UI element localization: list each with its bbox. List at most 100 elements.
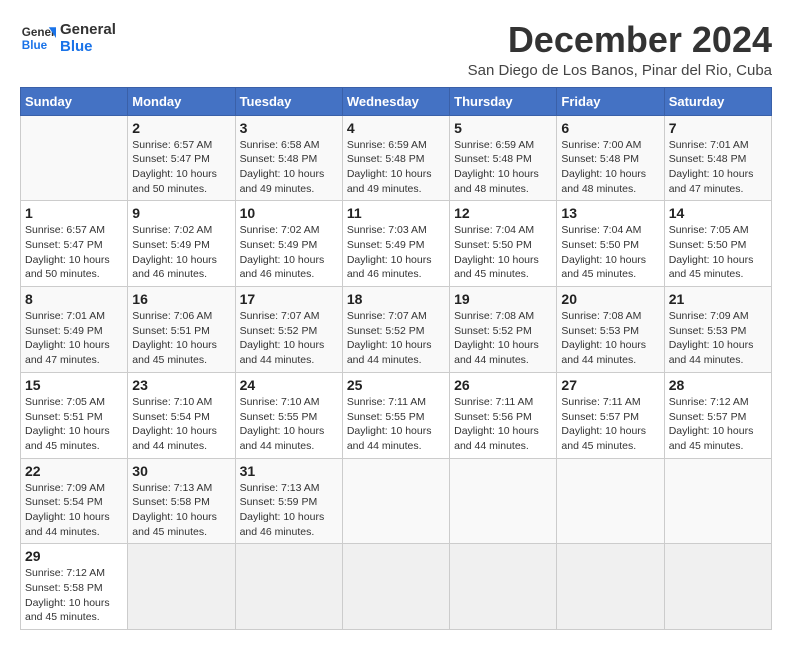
calendar-cell: 25Sunrise: 7:11 AMSunset: 5:55 PMDayligh…	[342, 372, 449, 458]
title-block: December 2024 San Diego de Los Banos, Pi…	[468, 20, 772, 79]
calendar-week-5: 29 Sunrise: 7:12 AMSunset: 5:58 PMDayligh…	[21, 544, 772, 630]
day-number: 21	[669, 291, 767, 307]
day-info: Sunrise: 7:04 AMSunset: 5:50 PMDaylight:…	[454, 223, 552, 282]
logo: General Blue General Blue	[20, 20, 116, 56]
day-number: 19	[454, 291, 552, 307]
logo-blue: Blue	[60, 38, 116, 55]
day-number: 9	[132, 205, 230, 221]
day-info: Sunrise: 7:10 AMSunset: 5:55 PMDaylight:…	[240, 395, 338, 454]
day-number: 5	[454, 120, 552, 136]
day-number: 27	[561, 377, 659, 393]
calendar-header: SundayMondayTuesdayWednesdayThursdayFrid…	[21, 87, 772, 115]
day-info: Sunrise: 7:05 AMSunset: 5:50 PMDaylight:…	[669, 223, 767, 282]
calendar-cell: 10Sunrise: 7:02 AMSunset: 5:49 PMDayligh…	[235, 201, 342, 287]
calendar-week-3: 15Sunrise: 7:05 AMSunset: 5:51 PMDayligh…	[21, 372, 772, 458]
day-header-saturday: Saturday	[664, 87, 771, 115]
day-number: 1	[25, 205, 123, 221]
calendar-title: December 2024	[468, 20, 772, 60]
calendar-cell: 7 Sunrise: 7:01 AMSunset: 5:48 PMDaylight…	[664, 115, 771, 201]
calendar-cell: 15Sunrise: 7:05 AMSunset: 5:51 PMDayligh…	[21, 372, 128, 458]
day-header-row: SundayMondayTuesdayWednesdayThursdayFrid…	[21, 87, 772, 115]
calendar-cell: 8 Sunrise: 7:01 AMSunset: 5:49 PMDaylight…	[21, 287, 128, 373]
calendar-week-0: 2Sunrise: 6:57 AMSunset: 5:47 PMDaylight…	[21, 115, 772, 201]
day-info: Sunrise: 6:59 AMSunset: 5:48 PMDaylight:…	[347, 138, 445, 197]
day-header-thursday: Thursday	[450, 87, 557, 115]
calendar-cell: 18 Sunrise: 7:07 AMSunset: 5:52 PMDayligh…	[342, 287, 449, 373]
day-number: 11	[347, 205, 445, 221]
calendar-cell: 24 Sunrise: 7:10 AMSunset: 5:55 PMDayligh…	[235, 372, 342, 458]
day-number: 17	[240, 291, 338, 307]
day-info: Sunrise: 7:06 AMSunset: 5:51 PMDaylight:…	[132, 309, 230, 368]
day-info: Sunrise: 7:12 AMSunset: 5:58 PMDaylight:…	[25, 566, 123, 625]
calendar-cell	[557, 458, 664, 544]
day-number: 30	[132, 463, 230, 479]
header: General Blue General Blue December 2024 …	[20, 20, 772, 79]
day-info: Sunrise: 7:02 AMSunset: 5:49 PMDaylight:…	[132, 223, 230, 282]
day-info: Sunrise: 7:10 AMSunset: 5:54 PMDaylight:…	[132, 395, 230, 454]
day-info: Sunrise: 7:03 AMSunset: 5:49 PMDaylight:…	[347, 223, 445, 282]
calendar-cell: 11 Sunrise: 7:03 AMSunset: 5:49 PMDayligh…	[342, 201, 449, 287]
calendar-week-4: 22Sunrise: 7:09 AMSunset: 5:54 PMDayligh…	[21, 458, 772, 544]
day-number: 7	[669, 120, 767, 136]
calendar-week-1: 1 Sunrise: 6:57 AMSunset: 5:47 PMDaylight…	[21, 201, 772, 287]
day-info: Sunrise: 7:08 AMSunset: 5:52 PMDaylight:…	[454, 309, 552, 368]
day-info: Sunrise: 7:01 AMSunset: 5:49 PMDaylight:…	[25, 309, 123, 368]
day-number: 18	[347, 291, 445, 307]
day-number: 4	[347, 120, 445, 136]
calendar-cell: 13 Sunrise: 7:04 AMSunset: 5:50 PMDayligh…	[557, 201, 664, 287]
calendar-cell: 27Sunrise: 7:11 AMSunset: 5:57 PMDayligh…	[557, 372, 664, 458]
calendar-cell	[342, 458, 449, 544]
day-info: Sunrise: 7:07 AMSunset: 5:52 PMDaylight:…	[347, 309, 445, 368]
day-number: 12	[454, 205, 552, 221]
day-number: 26	[454, 377, 552, 393]
day-number: 8	[25, 291, 123, 307]
day-number: 20	[561, 291, 659, 307]
calendar-cell: 29 Sunrise: 7:12 AMSunset: 5:58 PMDayligh…	[21, 544, 128, 630]
day-number: 3	[240, 120, 338, 136]
day-number: 29	[25, 548, 123, 564]
calendar-week-2: 8 Sunrise: 7:01 AMSunset: 5:49 PMDaylight…	[21, 287, 772, 373]
day-info: Sunrise: 7:13 AMSunset: 5:59 PMDaylight:…	[240, 481, 338, 540]
calendar-cell	[450, 544, 557, 630]
svg-text:Blue: Blue	[22, 39, 48, 52]
calendar-cell: 17 Sunrise: 7:07 AMSunset: 5:52 PMDayligh…	[235, 287, 342, 373]
calendar-cell: 30Sunrise: 7:13 AMSunset: 5:58 PMDayligh…	[128, 458, 235, 544]
calendar-cell: 19 Sunrise: 7:08 AMSunset: 5:52 PMDayligh…	[450, 287, 557, 373]
calendar-cell: 16Sunrise: 7:06 AMSunset: 5:51 PMDayligh…	[128, 287, 235, 373]
calendar-subtitle: San Diego de Los Banos, Pinar del Rio, C…	[468, 62, 772, 79]
day-info: Sunrise: 7:07 AMSunset: 5:52 PMDaylight:…	[240, 309, 338, 368]
day-number: 13	[561, 205, 659, 221]
calendar-cell	[557, 544, 664, 630]
calendar-cell	[450, 458, 557, 544]
calendar-cell: 22Sunrise: 7:09 AMSunset: 5:54 PMDayligh…	[21, 458, 128, 544]
day-info: Sunrise: 7:05 AMSunset: 5:51 PMDaylight:…	[25, 395, 123, 454]
calendar-cell: 28Sunrise: 7:12 AMSunset: 5:57 PMDayligh…	[664, 372, 771, 458]
calendar-cell: 1 Sunrise: 6:57 AMSunset: 5:47 PMDaylight…	[21, 201, 128, 287]
day-info: Sunrise: 7:12 AMSunset: 5:57 PMDaylight:…	[669, 395, 767, 454]
calendar-cell	[21, 115, 128, 201]
calendar-cell: 4 Sunrise: 6:59 AMSunset: 5:48 PMDaylight…	[342, 115, 449, 201]
day-info: Sunrise: 7:08 AMSunset: 5:53 PMDaylight:…	[561, 309, 659, 368]
day-number: 24	[240, 377, 338, 393]
day-number: 6	[561, 120, 659, 136]
day-info: Sunrise: 7:01 AMSunset: 5:48 PMDaylight:…	[669, 138, 767, 197]
day-info: Sunrise: 7:09 AMSunset: 5:54 PMDaylight:…	[25, 481, 123, 540]
calendar-cell: 12 Sunrise: 7:04 AMSunset: 5:50 PMDayligh…	[450, 201, 557, 287]
calendar-cell: 6Sunrise: 7:00 AMSunset: 5:48 PMDaylight…	[557, 115, 664, 201]
day-info: Sunrise: 6:57 AMSunset: 5:47 PMDaylight:…	[25, 223, 123, 282]
calendar-cell: 21 Sunrise: 7:09 AMSunset: 5:53 PMDayligh…	[664, 287, 771, 373]
calendar-cell: 31Sunrise: 7:13 AMSunset: 5:59 PMDayligh…	[235, 458, 342, 544]
day-header-friday: Friday	[557, 87, 664, 115]
calendar-cell: 26Sunrise: 7:11 AMSunset: 5:56 PMDayligh…	[450, 372, 557, 458]
day-info: Sunrise: 7:09 AMSunset: 5:53 PMDaylight:…	[669, 309, 767, 368]
day-info: Sunrise: 7:04 AMSunset: 5:50 PMDaylight:…	[561, 223, 659, 282]
day-number: 10	[240, 205, 338, 221]
calendar-body: 2Sunrise: 6:57 AMSunset: 5:47 PMDaylight…	[21, 115, 772, 630]
calendar-cell: 23Sunrise: 7:10 AMSunset: 5:54 PMDayligh…	[128, 372, 235, 458]
day-number: 25	[347, 377, 445, 393]
calendar-cell	[664, 458, 771, 544]
day-info: Sunrise: 6:59 AMSunset: 5:48 PMDaylight:…	[454, 138, 552, 197]
calendar-cell	[342, 544, 449, 630]
calendar-cell: 20 Sunrise: 7:08 AMSunset: 5:53 PMDayligh…	[557, 287, 664, 373]
calendar-cell: 5 Sunrise: 6:59 AMSunset: 5:48 PMDaylight…	[450, 115, 557, 201]
